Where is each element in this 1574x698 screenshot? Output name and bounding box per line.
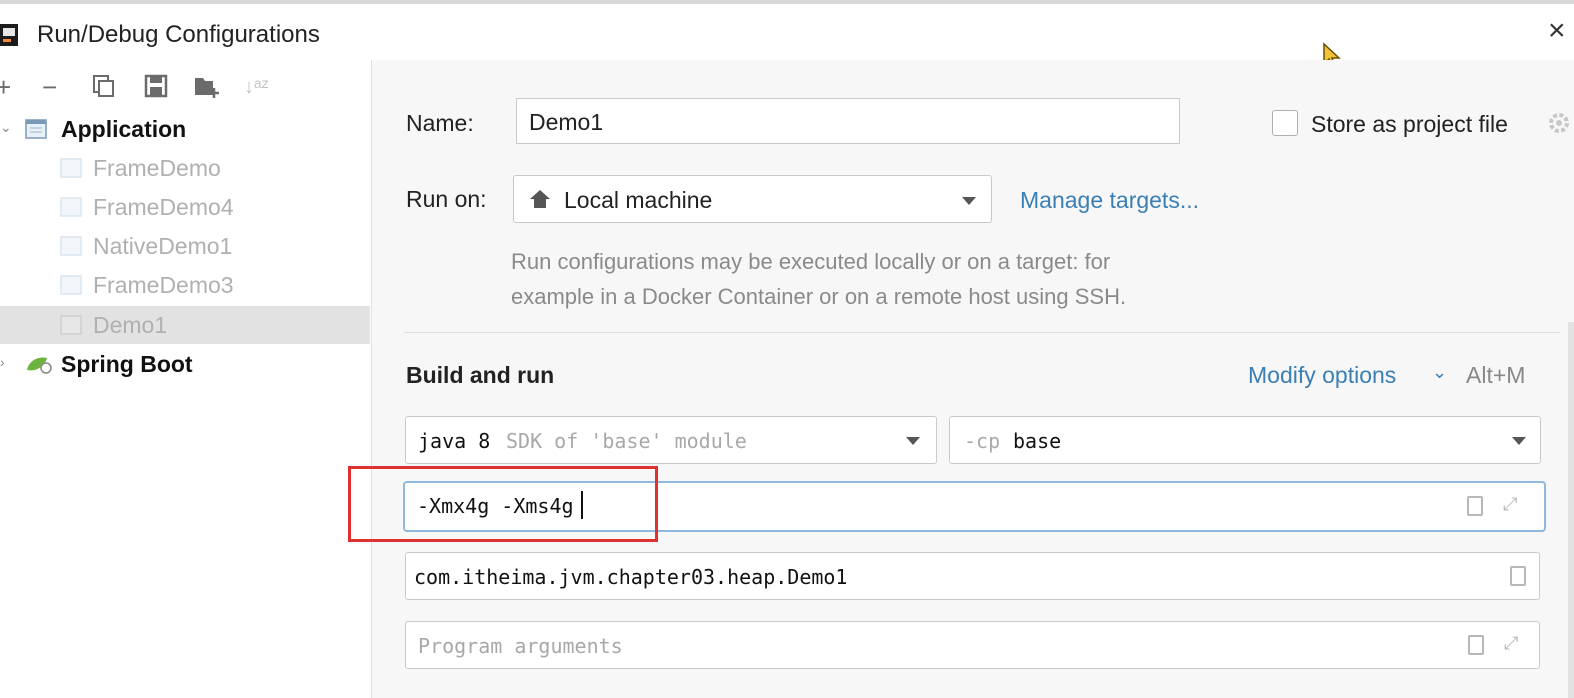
collapse-arrow-icon[interactable]: › bbox=[0, 354, 5, 370]
program-arguments-field[interactable]: Program arguments ⤢ bbox=[405, 621, 1540, 669]
modify-options-shortcut: Alt+M bbox=[1466, 362, 1526, 388]
close-icon[interactable]: × bbox=[1548, 16, 1566, 46]
store-project-checkbox[interactable] bbox=[1272, 110, 1298, 136]
application-icon bbox=[60, 315, 82, 335]
tree-item-label: NativeDemo1 bbox=[93, 233, 233, 259]
browse-class-icon[interactable] bbox=[1510, 566, 1526, 586]
tree-label-spring-boot: Spring Boot bbox=[61, 351, 193, 377]
manage-targets-link[interactable]: Manage targets... bbox=[1020, 187, 1199, 214]
jdk-hint: SDK of 'base' module bbox=[506, 429, 747, 453]
cp-prefix: -cp bbox=[964, 429, 1001, 453]
tree-item-framedemo3[interactable]: FrameDemo3 bbox=[0, 266, 370, 304]
application-icon bbox=[60, 158, 82, 178]
home-icon bbox=[530, 190, 550, 208]
tree-item-nativedemo1[interactable]: NativeDemo1 bbox=[0, 227, 370, 265]
tree-group-spring-boot[interactable]: › Spring Boot bbox=[0, 345, 370, 383]
build-run-title: Build and run bbox=[406, 362, 555, 388]
window-title: Run/Debug Configurations bbox=[37, 21, 320, 48]
name-field[interactable]: Demo1 bbox=[516, 98, 1180, 144]
application-icon bbox=[25, 119, 47, 139]
expand-icon[interactable]: ⤢ bbox=[1503, 494, 1523, 514]
sort-icon[interactable]: ↓ᵃᶻ bbox=[244, 74, 269, 100]
document-icon[interactable] bbox=[1467, 496, 1483, 516]
main-class-field[interactable]: com.itheima.jvm.chapter03.heap.Demo1 bbox=[405, 552, 1540, 600]
run-on-hint-line1: Run configurations may be executed local… bbox=[511, 249, 1111, 274]
tree-item-framedemo4[interactable]: FrameDemo4 bbox=[0, 188, 370, 226]
configuration-tree-panel: + − ↓ᵃᶻ ⌄ Application FrameDemo FrameDem… bbox=[0, 60, 372, 698]
tree-item-demo1[interactable]: Demo1 bbox=[0, 306, 370, 344]
tree-item-label: FrameDemo bbox=[93, 155, 221, 181]
application-icon bbox=[60, 197, 82, 217]
dropdown-arrow-icon bbox=[906, 437, 920, 445]
add-icon[interactable]: + bbox=[0, 74, 11, 100]
modify-options-link[interactable]: Modify options bbox=[1248, 362, 1396, 389]
tree-item-label: FrameDemo3 bbox=[93, 272, 234, 298]
run-on-hint-line2: example in a Docker Container or on a re… bbox=[511, 284, 1127, 309]
tree-item-label: FrameDemo4 bbox=[93, 194, 234, 220]
main-class-value: com.itheima.jvm.chapter03.heap.Demo1 bbox=[414, 565, 848, 589]
jdk-value: java 8 bbox=[418, 429, 491, 453]
tree-label-application: Application bbox=[61, 116, 187, 142]
application-icon bbox=[60, 275, 82, 295]
cp-value: base bbox=[1013, 429, 1062, 453]
expand-icon[interactable]: ⤢ bbox=[1504, 633, 1524, 653]
expand-arrow-icon[interactable]: ⌄ bbox=[0, 119, 12, 136]
tree-item-label: Demo1 bbox=[93, 312, 168, 338]
tree-group-application[interactable]: ⌄ Application bbox=[0, 110, 370, 148]
configuration-editor-panel: Name: Demo1 Store as project file Run on… bbox=[348, 60, 1574, 698]
highlight-annotation-box bbox=[348, 466, 658, 542]
document-icon[interactable] bbox=[1468, 635, 1484, 655]
section-divider bbox=[404, 332, 1560, 333]
run-on-value: Local machine bbox=[564, 187, 713, 213]
classpath-dropdown[interactable]: -cp base bbox=[949, 416, 1541, 464]
intellij-app-icon bbox=[0, 24, 18, 46]
copy-icon[interactable] bbox=[92, 74, 116, 98]
run-on-dropdown[interactable]: Local machine bbox=[513, 175, 992, 223]
run-on-label: Run on: bbox=[406, 186, 487, 212]
gear-icon[interactable] bbox=[1544, 111, 1574, 135]
chevron-down-icon[interactable]: ⌄ bbox=[1432, 362, 1447, 383]
dropdown-arrow-icon bbox=[962, 197, 976, 205]
tree-item-framedemo[interactable]: FrameDemo bbox=[0, 149, 370, 187]
application-icon bbox=[60, 236, 82, 256]
remove-icon[interactable]: − bbox=[42, 74, 57, 100]
vertical-scrollbar[interactable] bbox=[1568, 322, 1574, 698]
dropdown-arrow-icon bbox=[1512, 437, 1526, 445]
name-label: Name: bbox=[406, 110, 474, 136]
new-folder-icon[interactable] bbox=[194, 74, 222, 98]
name-field-value: Demo1 bbox=[529, 109, 604, 135]
jdk-dropdown[interactable]: java 8 SDK of 'base' module bbox=[405, 416, 937, 464]
program-arguments-placeholder: Program arguments bbox=[418, 634, 623, 658]
store-project-label: Store as project file bbox=[1311, 111, 1508, 137]
spring-boot-icon bbox=[27, 357, 52, 374]
save-icon[interactable] bbox=[144, 74, 168, 98]
